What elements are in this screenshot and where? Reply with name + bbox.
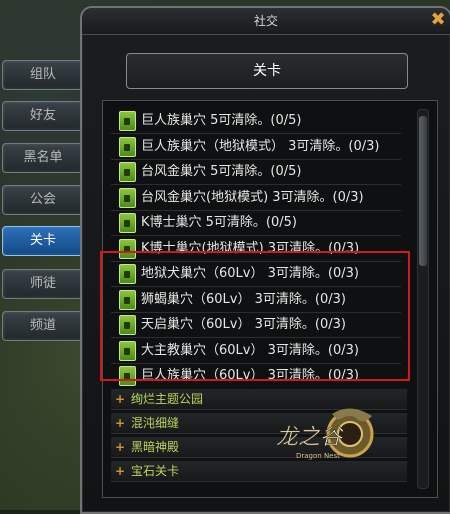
expand-plus-icon: + xyxy=(115,416,126,430)
scrollbar-thumb[interactable] xyxy=(419,116,427,266)
title-bar: 社交 ✖ xyxy=(82,8,450,35)
divider xyxy=(111,235,401,236)
dragon-nest-logo: 龙之谷 Dragon Nest xyxy=(276,408,374,460)
list-item[interactable]: 巨人族巢穴（地狱模式） 3可清除。(0/3) xyxy=(107,135,403,158)
sidebar-item-channel[interactable]: 频道 xyxy=(2,311,84,341)
dungeon-gate-icon xyxy=(119,137,136,157)
highlight-box xyxy=(100,251,410,381)
sidebar-item-friends[interactable]: 好友 xyxy=(2,101,84,131)
sidebar-item-mentor[interactable]: 师徒 xyxy=(2,269,84,299)
divider xyxy=(111,133,401,134)
close-icon[interactable]: ✖ xyxy=(428,10,448,30)
dungeon-gate-icon xyxy=(119,213,136,233)
expand-plus-icon: + xyxy=(115,392,126,406)
divider xyxy=(111,184,401,185)
dungeon-gate-icon xyxy=(119,111,136,131)
sidebar-item-guild[interactable]: 公会 xyxy=(2,185,84,215)
list-item[interactable]: 台风金巢穴 5可清除。(0/5) xyxy=(107,160,403,183)
sidebar-item-blacklist[interactable]: 黑名单 xyxy=(2,143,84,173)
sidebar-item-stages[interactable]: 关卡 xyxy=(2,226,84,256)
sidebar-item-team[interactable]: 组队 xyxy=(2,60,84,90)
window-title: 社交 xyxy=(253,14,278,28)
list-item[interactable]: 台风金巢穴(地狱模式) 3可清除。(0/3) xyxy=(107,186,403,209)
section-header: 关卡 xyxy=(126,53,408,89)
list-item[interactable]: 巨人族巢穴 5可清除。(0/5) xyxy=(107,109,403,132)
list-item[interactable]: K博士巢穴 5可清除。(0/5) xyxy=(107,211,403,234)
scrollbar[interactable] xyxy=(417,109,429,489)
logo-title: 龙之谷 xyxy=(276,425,344,450)
expand-plus-icon: + xyxy=(115,440,126,454)
dungeon-gate-icon xyxy=(119,162,136,182)
dungeon-gate-icon xyxy=(119,188,136,208)
logo-subtitle: Dragon Nest xyxy=(296,452,340,460)
expand-plus-icon: + xyxy=(115,464,126,478)
